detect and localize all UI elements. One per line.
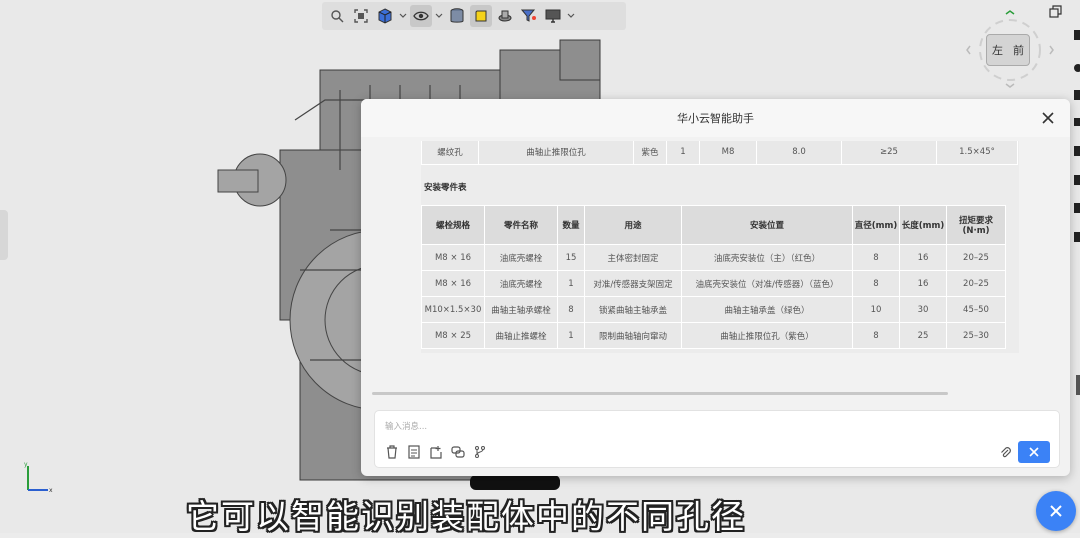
chevron-down-icon[interactable] [434, 5, 444, 27]
cube-view-icon[interactable] [374, 5, 396, 27]
table-cell: 45–50 [946, 296, 1006, 323]
parts-table: 螺栓规格 零件名称 数量 用途 安装位置 直径(mm) 长度(mm) 扭矩要求(… [421, 205, 1006, 349]
close-icon [1029, 447, 1039, 457]
column-header: 零件名称 [484, 205, 558, 245]
new-chat-icon[interactable] [429, 445, 443, 459]
column-header: 数量 [557, 205, 585, 245]
eye-icon[interactable] [410, 5, 432, 27]
table-cell: 曲轴止推螺栓 [484, 322, 558, 349]
table-cell: 曲轴止推限位孔（紫色） [681, 322, 853, 349]
svg-text:y: y [24, 461, 28, 468]
table-cell: 16 [899, 270, 947, 297]
table-cell: 10 [852, 296, 900, 323]
hole-table: 螺纹孔 曲轴止推限位孔 紫色 1 M8 8.0 ≥25 1.5×45° [421, 141, 1018, 165]
table-cell: 油底壳安装位（主）（红色） [681, 244, 853, 271]
table-cell: 30 [899, 296, 947, 323]
video-caption: 它可以智能识别装配体中的不同孔径 [186, 497, 746, 536]
table-cell: 1 [666, 141, 700, 165]
table-cell: M10×1.5×30 [421, 296, 485, 323]
table-row: 螺纹孔 曲轴止推限位孔 紫色 1 M8 8.0 ≥25 1.5×45° [421, 141, 1018, 165]
table-row: M8 × 16 油底壳螺栓 1 对准/传感器支架固定 油底壳安装位（对准/传感器… [421, 270, 1006, 297]
view-toolbar [322, 2, 626, 30]
column-header: 扭矩要求(N·m) [946, 205, 1006, 245]
input-toolbar [385, 445, 487, 459]
table-cell: M8 × 25 [421, 322, 485, 349]
dialog-title: 华小云智能助手 [361, 99, 1070, 137]
table-cell: M8 × 16 [421, 270, 485, 297]
table-cell: 螺纹孔 [421, 141, 479, 165]
table-cell: ≥25 [841, 141, 937, 165]
column-header: 安装位置 [681, 205, 853, 245]
restore-window-icon[interactable] [1049, 5, 1063, 19]
shaded-box-icon[interactable] [470, 5, 492, 27]
table-cell: M8 [699, 141, 757, 165]
table-cell: 8 [557, 296, 585, 323]
table-cell: 20–25 [946, 270, 1006, 297]
message-content[interactable]: 螺纹孔 曲轴止推限位孔 紫色 1 M8 8.0 ≥25 1.5×45° 安装零件… [421, 141, 1019, 353]
cylinder-icon[interactable] [446, 5, 468, 27]
filter-icon[interactable] [518, 5, 540, 27]
column-header: 长度(mm) [899, 205, 947, 245]
table-cell: 1 [557, 322, 585, 349]
table-cell: 限制曲轴轴向窜动 [584, 322, 682, 349]
navcube-left-face[interactable]: 左 [992, 42, 1003, 58]
paperclip-icon[interactable] [999, 446, 1013, 460]
table-cell: 8 [852, 322, 900, 349]
navcube-front-face[interactable]: 前 [1013, 42, 1024, 58]
table-cell: 1 [557, 270, 585, 297]
table-cell: 油底壳螺栓 [484, 270, 558, 297]
table-cell: 锁紧曲轴主轴承盖 [584, 296, 682, 323]
trash-icon[interactable] [385, 445, 399, 459]
table-cell: M8 × 16 [421, 244, 485, 271]
table-cell: 曲轴止推限位孔 [478, 141, 634, 165]
fit-view-icon[interactable] [350, 5, 372, 27]
table-cell: 紫色 [633, 141, 667, 165]
column-header: 用途 [584, 205, 682, 245]
chat-history-icon[interactable] [451, 445, 465, 459]
table-cell: 8 [852, 270, 900, 297]
table-cell: 曲轴主轴承盖（绿色） [681, 296, 853, 323]
column-header: 直径(mm) [852, 205, 900, 245]
document-icon[interactable] [407, 445, 421, 459]
message-input-box[interactable]: 输入消息... [374, 410, 1060, 468]
message-input[interactable]: 输入消息... [385, 420, 427, 432]
left-panel-toggle[interactable] [0, 210, 8, 260]
table-cell: 25–30 [946, 322, 1006, 349]
svg-text:x: x [49, 487, 53, 494]
table-header-row: 螺栓规格 零件名称 数量 用途 安装位置 直径(mm) 长度(mm) 扭矩要求(… [421, 205, 1006, 245]
horizontal-scrollbar[interactable] [372, 392, 948, 395]
chevron-down-icon[interactable] [398, 5, 408, 27]
send-button[interactable] [1018, 441, 1050, 463]
table-cell: 8.0 [756, 141, 842, 165]
assistant-toggle-button[interactable] [1036, 491, 1076, 531]
table-row: M10×1.5×30 曲轴主轴承螺栓 8 锁紧曲轴主轴承盖 曲轴主轴承盖（绿色）… [421, 296, 1006, 323]
close-icon [1050, 505, 1062, 517]
branch-icon[interactable] [473, 445, 487, 459]
table-cell: 15 [557, 244, 585, 271]
table-cell: 对准/传感器支架固定 [584, 270, 682, 297]
right-toolbar-rail [1070, 0, 1080, 533]
chevron-down-icon[interactable] [566, 5, 576, 27]
zoom-icon[interactable] [326, 5, 348, 27]
assistant-dialog: 华小云智能助手 螺纹孔 曲轴止推限位孔 紫色 1 M8 8.0 ≥25 1.5×… [361, 99, 1070, 476]
column-header: 螺栓规格 [421, 205, 485, 245]
section-icon[interactable] [494, 5, 516, 27]
close-icon[interactable] [1040, 110, 1056, 126]
table-row: M8 × 25 曲轴止推螺栓 1 限制曲轴轴向窜动 曲轴止推限位孔（紫色） 8 … [421, 322, 1006, 349]
table-cell: 油底壳安装位（对准/传感器）（蓝色） [681, 270, 853, 297]
monitor-icon[interactable] [542, 5, 564, 27]
table-cell: 曲轴主轴承螺栓 [484, 296, 558, 323]
table-cell: 油底壳螺栓 [484, 244, 558, 271]
table-cell: 8 [852, 244, 900, 271]
section-title: 安装零件表 [424, 183, 467, 193]
view-navigation-cube[interactable]: 左 前 [966, 10, 1056, 90]
table-cell: 16 [899, 244, 947, 271]
axis-triad-icon: y x [24, 461, 53, 494]
table-cell: 25 [899, 322, 947, 349]
table-cell: 20–25 [946, 244, 1006, 271]
table-row: M8 × 16 油底壳螺栓 15 主体密封固定 油底壳安装位（主）（红色） 8 … [421, 244, 1006, 271]
table-cell: 1.5×45° [936, 141, 1018, 165]
table-cell: 主体密封固定 [584, 244, 682, 271]
